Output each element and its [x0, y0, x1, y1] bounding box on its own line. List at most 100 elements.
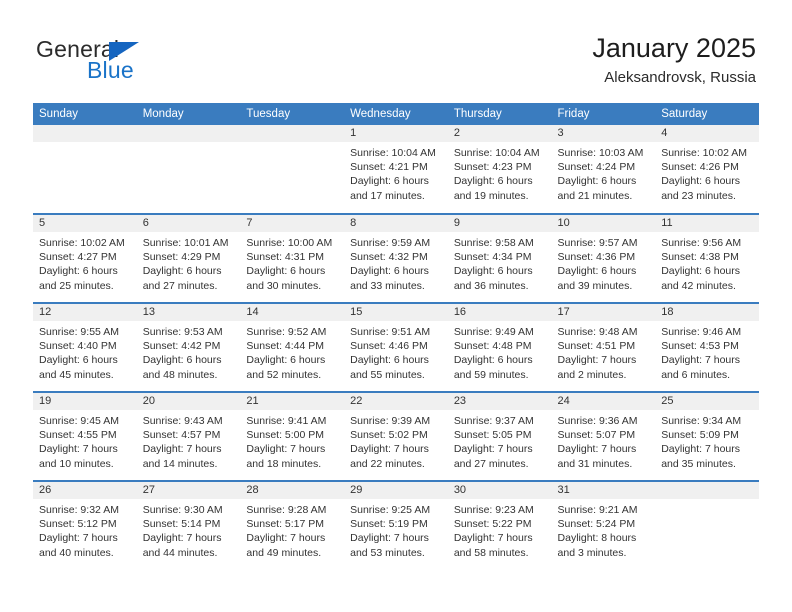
sunrise-text: Sunrise: 10:04 AM	[453, 147, 540, 159]
weekday-header-monday: Monday	[136, 103, 241, 125]
sunset-text: Sunset: 5:19 PM	[350, 518, 428, 531]
day-number	[655, 482, 759, 499]
sunset-text: Sunset: 4:57 PM	[142, 429, 221, 442]
calendar-day-cell[interactable]: 5 Sunrise: 10:02 AM Sunset: 4:27 PM Dayligh…	[33, 213, 137, 303]
daylight-text-line1: Daylight: 7 hours	[661, 443, 741, 456]
daylight-text-line2: and 10 minutes.	[39, 457, 114, 470]
daylight-text-line2: and 21 minutes.	[557, 189, 633, 202]
calendar-day-cell[interactable]: 22 Sunrise: 9:39 AM Sunset: 5:02 PM Dayligh…	[344, 391, 448, 481]
sunset-text: Sunset: 5:02 PM	[350, 429, 428, 442]
day-number: 1	[344, 125, 448, 142]
weekday-header-saturday: Saturday	[655, 103, 759, 125]
daylight-text-line1: Daylight: 7 hours	[557, 354, 637, 367]
calendar-day-cell[interactable]: 4 Sunrise: 10:02 AM Sunset: 4:26 PM Dayligh…	[655, 125, 759, 214]
daylight-text-line2: and 58 minutes.	[453, 546, 529, 559]
day-details: Sunrise: 10:04 AM Sunset: 4:23 PM Daylight…	[448, 142, 552, 203]
generalblue-logo[interactable]: General Blue	[36, 36, 236, 88]
calendar-body: 1 Sunrise: 10:04 AM Sunset: 4:21 PM Dayligh…	[33, 125, 759, 570]
sunset-text: Sunset: 4:55 PM	[39, 429, 117, 442]
calendar-day-cell[interactable]: 7 Sunrise: 10:00 AM Sunset: 4:31 PM Dayligh…	[240, 213, 345, 303]
sunset-text: Sunset: 4:26 PM	[661, 161, 739, 174]
day-details: Sunrise: 9:45 AM Sunset: 4:55 PM Daylight:…	[33, 410, 137, 471]
calendar-day-cell[interactable]: 13 Sunrise: 9:53 AM Sunset: 4:42 PM Dayligh…	[136, 302, 241, 392]
sunset-text: Sunset: 4:46 PM	[350, 340, 428, 353]
calendar-day-cell[interactable]: 31 Sunrise: 9:21 AM Sunset: 5:24 PM Dayligh…	[551, 480, 656, 570]
daylight-text-line1: Daylight: 7 hours	[246, 532, 326, 545]
calendar-day-cell[interactable]: 25 Sunrise: 9:34 AM Sunset: 5:09 PM Dayligh…	[655, 391, 759, 481]
calendar-day-cell[interactable]: 12 Sunrise: 9:55 AM Sunset: 4:40 PM Dayligh…	[33, 302, 137, 392]
sunrise-text: Sunrise: 10:02 AM	[661, 147, 748, 159]
daylight-text-line1: Daylight: 7 hours	[246, 443, 326, 456]
daylight-text-line1: Daylight: 7 hours	[142, 443, 222, 456]
calendar-day-cell[interactable]: 20 Sunrise: 9:43 AM Sunset: 4:57 PM Dayligh…	[136, 391, 241, 481]
daylight-text-line2: and 53 minutes.	[350, 546, 425, 559]
calendar-day-cell[interactable]: 30 Sunrise: 9:23 AM Sunset: 5:22 PM Dayligh…	[447, 480, 552, 570]
calendar-day-cell[interactable]: 27 Sunrise: 9:30 AM Sunset: 5:14 PM Dayligh…	[136, 480, 241, 570]
calendar-day-cell[interactable]: 16 Sunrise: 9:49 AM Sunset: 4:48 PM Dayligh…	[447, 302, 552, 392]
day-number: 30	[447, 482, 552, 499]
calendar-day-cell[interactable]: 9 Sunrise: 9:58 AM Sunset: 4:34 PM Daylight…	[447, 213, 552, 303]
calendar-day-cell[interactable]: 18 Sunrise: 9:46 AM Sunset: 4:53 PM Dayligh…	[655, 302, 759, 392]
day-number: 8	[344, 215, 448, 232]
daylight-text-line1: Daylight: 6 hours	[39, 354, 118, 367]
day-details: Sunrise: 10:04 AM Sunset: 4:21 PM Daylight…	[344, 142, 448, 203]
sunrise-text: Sunrise: 9:28 AM	[246, 504, 327, 516]
calendar-day-cell[interactable]: 17 Sunrise: 9:48 AM Sunset: 4:51 PM Dayligh…	[551, 302, 656, 392]
day-number: 24	[551, 393, 656, 410]
calendar-day-cell[interactable]: 8 Sunrise: 9:59 AM Sunset: 4:32 PM Daylight…	[344, 213, 448, 303]
calendar-day-cell[interactable]: 1 Sunrise: 10:04 AM Sunset: 4:21 PM Dayligh…	[344, 125, 448, 214]
calendar-day-cell[interactable]: 11 Sunrise: 9:56 AM Sunset: 4:38 PM Dayligh…	[655, 213, 759, 303]
calendar-day-cell[interactable]: 14 Sunrise: 9:52 AM Sunset: 4:44 PM Dayligh…	[240, 302, 345, 392]
daylight-text-line2: and 14 minutes.	[142, 457, 218, 470]
day-number: 7	[240, 215, 345, 232]
calendar-page: General Blue January 2025 Aleksandrovsk,…	[0, 0, 792, 612]
day-details: Sunrise: 9:41 AM Sunset: 5:00 PM Daylight:…	[240, 410, 344, 471]
day-details: Sunrise: 9:37 AM Sunset: 5:05 PM Daylight:…	[448, 410, 552, 471]
calendar-day-cell[interactable]: 21 Sunrise: 9:41 AM Sunset: 5:00 PM Dayligh…	[240, 391, 345, 481]
calendar-day-cell[interactable]: 6 Sunrise: 10:01 AM Sunset: 4:29 PM Dayligh…	[136, 213, 241, 303]
day-details: Sunrise: 9:34 AM Sunset: 5:09 PM Daylight:…	[655, 410, 759, 471]
calendar-day-cell[interactable]: 29 Sunrise: 9:25 AM Sunset: 5:19 PM Dayligh…	[344, 480, 448, 570]
sunrise-text: Sunrise: 9:32 AM	[39, 504, 119, 516]
daylight-text-line2: and 39 minutes.	[557, 279, 633, 292]
daylight-text-line2: and 59 minutes.	[453, 368, 529, 381]
daylight-text-line2: and 31 minutes.	[557, 457, 633, 470]
calendar-day-cell[interactable]: 3 Sunrise: 10:03 AM Sunset: 4:24 PM Dayligh…	[551, 125, 656, 214]
calendar-day-cell[interactable]: 28 Sunrise: 9:28 AM Sunset: 5:17 PM Dayligh…	[240, 480, 345, 570]
sunrise-text: Sunrise: 10:04 AM	[350, 147, 436, 159]
calendar-day-cell[interactable]: 15 Sunrise: 9:51 AM Sunset: 4:46 PM Dayligh…	[344, 302, 448, 392]
day-details: Sunrise: 9:21 AM Sunset: 5:24 PM Daylight:…	[552, 499, 656, 560]
weekday-header-tuesday: Tuesday	[240, 103, 345, 125]
day-number: 10	[551, 215, 656, 232]
daylight-text-line1: Daylight: 7 hours	[350, 532, 429, 545]
calendar-day-cell[interactable]: 10 Sunrise: 9:57 AM Sunset: 4:36 PM Dayligh…	[551, 213, 656, 303]
sunrise-text: Sunrise: 10:02 AM	[39, 237, 125, 249]
daylight-text-line1: Daylight: 6 hours	[350, 175, 429, 188]
calendar-day-cell[interactable]: 26 Sunrise: 9:32 AM Sunset: 5:12 PM Dayligh…	[33, 480, 137, 570]
sunset-text: Sunset: 4:40 PM	[39, 340, 117, 353]
calendar-week-row: 1 Sunrise: 10:04 AM Sunset: 4:21 PM Dayligh…	[33, 125, 759, 214]
weekday-header-row: Sunday Monday Tuesday Wednesday Thursday Frid…	[33, 103, 759, 125]
day-details: Sunrise: 9:43 AM Sunset: 4:57 PM Daylight:…	[137, 410, 241, 471]
day-details: Sunrise: 9:39 AM Sunset: 5:02 PM Daylight:…	[344, 410, 448, 471]
page-title: January 2025	[592, 33, 756, 63]
sunset-text: Sunset: 4:32 PM	[350, 251, 428, 264]
day-details: Sunrise: 10:02 AM Sunset: 4:27 PM Daylight…	[33, 232, 137, 293]
sunrise-text: Sunrise: 9:55 AM	[39, 326, 119, 338]
calendar-day-cell[interactable]: 23 Sunrise: 9:37 AM Sunset: 5:05 PM Dayligh…	[447, 391, 552, 481]
sunrise-text: Sunrise: 9:53 AM	[142, 326, 223, 338]
calendar-day-cell[interactable]: 2 Sunrise: 10:04 AM Sunset: 4:23 PM Dayligh…	[447, 125, 552, 214]
calendar-week-row: 12 Sunrise: 9:55 AM Sunset: 4:40 PM Dayligh…	[33, 302, 759, 392]
calendar-day-cell-empty	[33, 125, 137, 214]
day-details: Sunrise: 9:23 AM Sunset: 5:22 PM Daylight:…	[448, 499, 552, 560]
daylight-text-line2: and 18 minutes.	[246, 457, 322, 470]
daylight-text-line1: Daylight: 7 hours	[453, 532, 533, 545]
page-header: General Blue January 2025 Aleksandrovsk,…	[0, 0, 792, 100]
calendar-day-cell[interactable]: 24 Sunrise: 9:36 AM Sunset: 5:07 PM Dayligh…	[551, 391, 656, 481]
calendar-day-cell[interactable]: 19 Sunrise: 9:45 AM Sunset: 4:55 PM Dayligh…	[33, 391, 137, 481]
sunset-text: Sunset: 5:22 PM	[453, 518, 532, 531]
day-number: 22	[344, 393, 448, 410]
weekday-header-friday: Friday	[551, 103, 656, 125]
sunset-text: Sunset: 5:00 PM	[246, 429, 325, 442]
day-number: 16	[447, 304, 552, 321]
